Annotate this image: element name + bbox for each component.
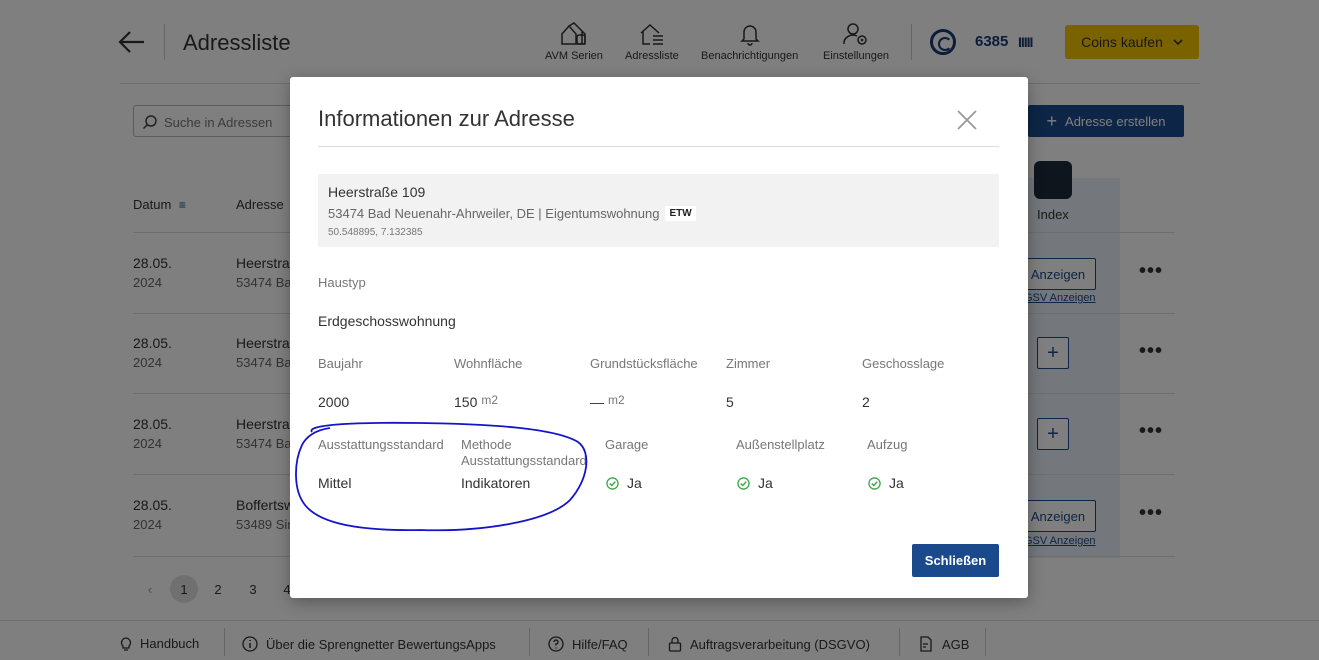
check-circle-icon	[606, 477, 619, 490]
address-street: Heerstraße 109	[328, 184, 426, 200]
baujahr-label: Baujahr	[318, 356, 363, 371]
geschosslage-value: 2	[862, 394, 870, 410]
modal-title: Informationen zur Adresse	[318, 106, 575, 131]
haustyp-label: Haustyp	[318, 275, 366, 290]
property-type-badge: ETW	[665, 206, 696, 221]
zimmer-value: 5	[726, 394, 734, 410]
methode-ausstattungsstandard-value: Indikatoren	[461, 475, 531, 491]
check-circle-icon	[868, 477, 881, 490]
methode-ausstattungsstandard-label: Methode Ausstattungsstandard	[461, 437, 587, 468]
address-coordinates: 50.548895, 7.132385	[328, 227, 423, 238]
wohnflaeche-value: 150 m2	[454, 393, 499, 410]
geschosslage-label: Geschosslage	[862, 356, 945, 371]
ausstattungsstandard-value: Mittel	[318, 475, 352, 491]
aufzug-label: Aufzug	[867, 437, 908, 452]
garage-label: Garage	[605, 437, 649, 452]
address-city-text: 53474 Bad Neuenahr-Ahrweiler, DE | Eigen…	[328, 206, 660, 221]
garage-value: Ja	[606, 475, 642, 491]
address-info-modal: Informationen zur Adresse Heerstraße 109…	[290, 77, 1028, 598]
baujahr-value: 2000	[318, 394, 350, 410]
grundstuecksflaeche-label: Grundstücksfläche	[590, 356, 698, 371]
ausstattungsstandard-label: Ausstattungsstandard	[318, 437, 444, 452]
wohnflaeche-label: Wohnfläche	[454, 356, 523, 371]
close-icon[interactable]	[956, 109, 978, 131]
zimmer-label: Zimmer	[726, 356, 771, 371]
divider	[318, 146, 999, 147]
grundstuecksflaeche-value: — m2	[590, 393, 625, 410]
aufzug-value: Ja	[868, 475, 904, 491]
aussenstellplatz-value: Ja	[737, 475, 773, 491]
close-button[interactable]: Schließen	[912, 544, 999, 577]
check-circle-icon	[737, 477, 750, 490]
address-summary: Heerstraße 109 53474 Bad Neuenahr-Ahrwei…	[318, 174, 999, 247]
aussenstellplatz-label: Außenstellplatz	[736, 437, 825, 452]
haustyp-value: Erdgeschosswohnung	[318, 313, 456, 329]
address-city-line: 53474 Bad Neuenahr-Ahrweiler, DE | Eigen…	[328, 206, 696, 221]
